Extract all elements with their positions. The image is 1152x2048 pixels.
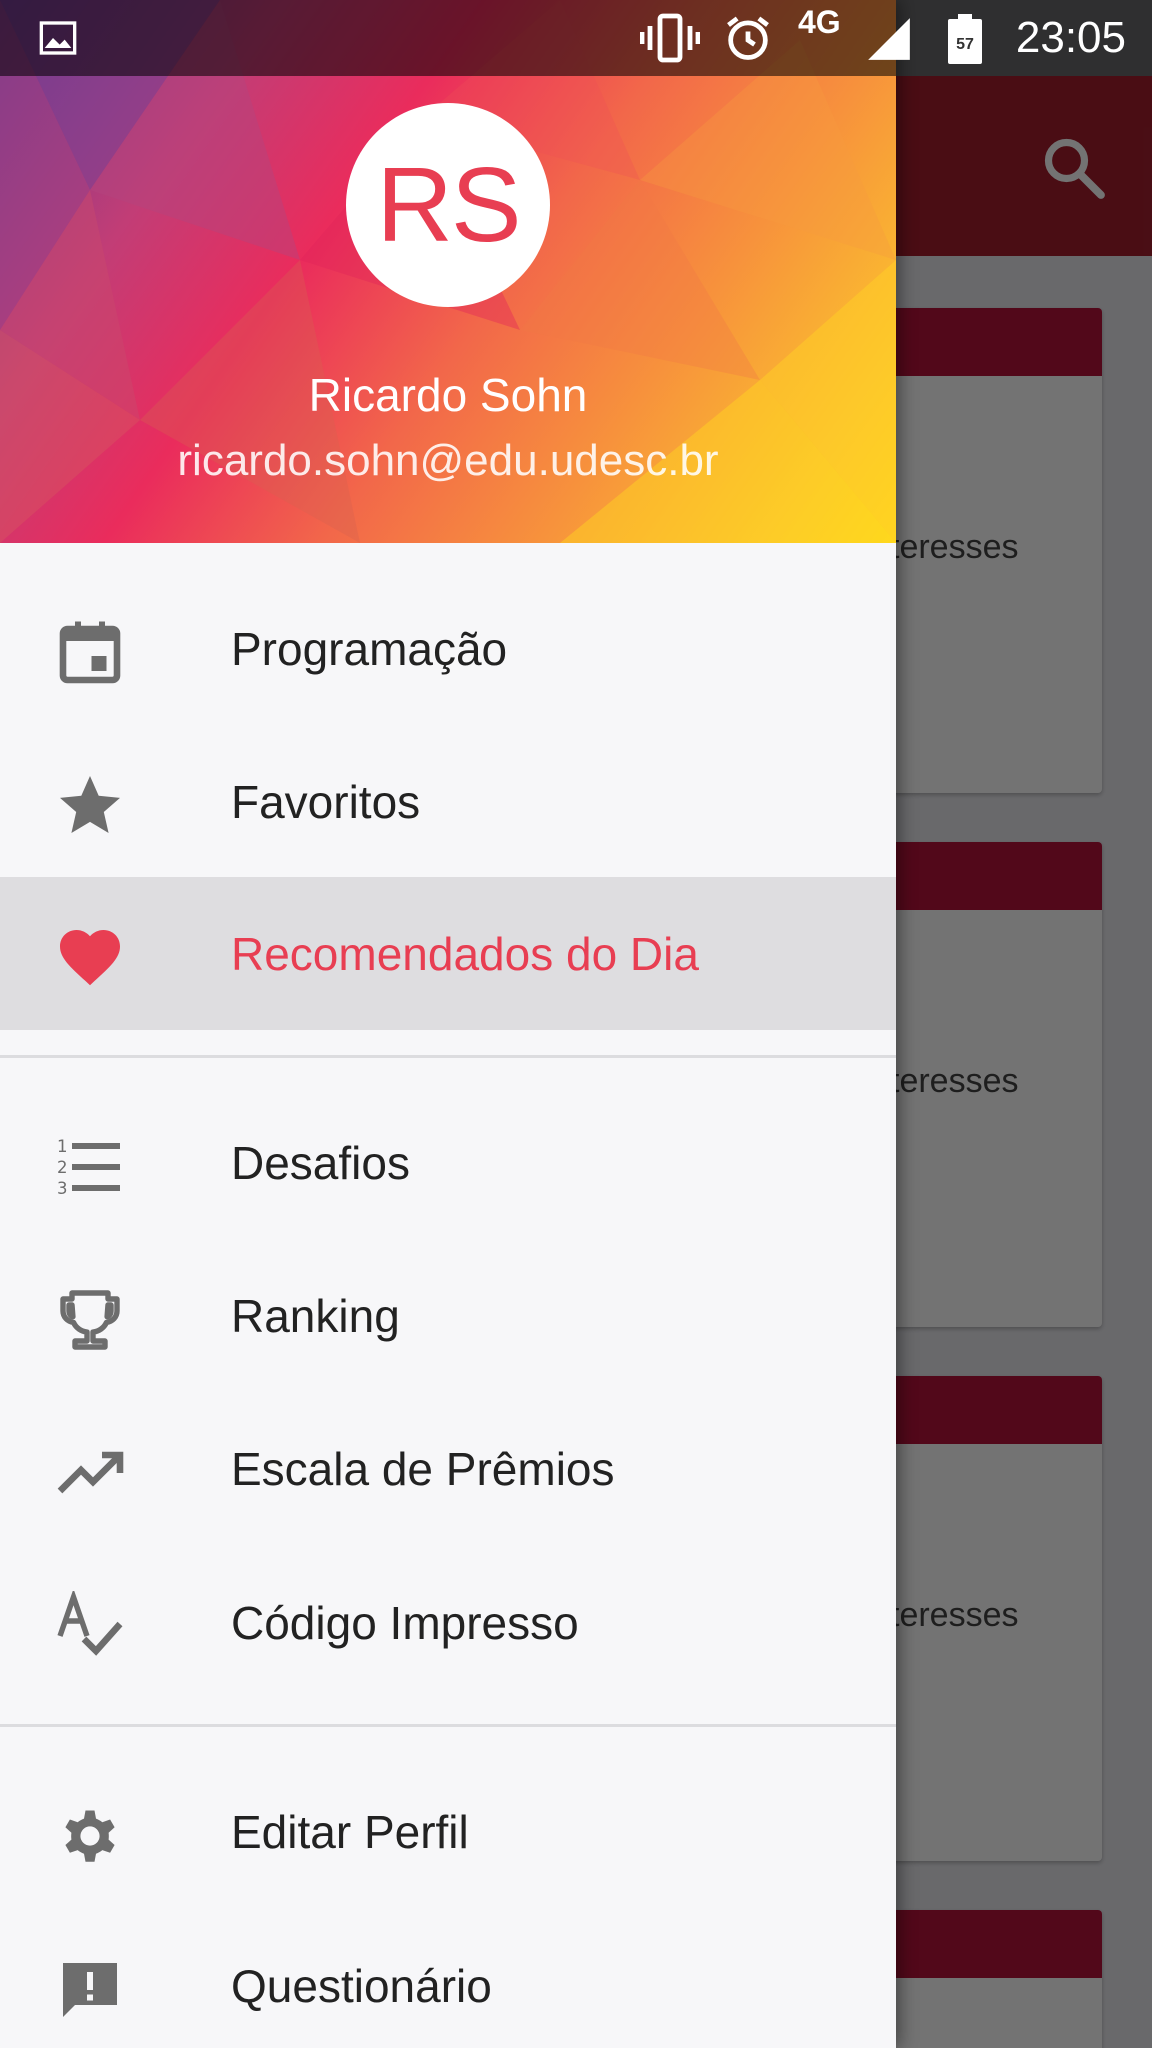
feedback-icon xyxy=(63,1963,117,2017)
menu-item-escala-de-premios[interactable]: Escala de Prêmios xyxy=(0,1393,896,1545)
user-name: Ricardo Sohn xyxy=(308,369,588,421)
signal-icon xyxy=(868,18,910,60)
avatar-initials: RS xyxy=(376,145,521,264)
menu-item-label: Recomendados do Dia xyxy=(231,927,699,980)
network-type-label: 4G xyxy=(798,3,841,40)
menu-item-ranking[interactable]: Ranking xyxy=(0,1240,896,1392)
menu-item-label: Editar Perfil xyxy=(231,1806,469,1858)
trophy-icon xyxy=(60,1290,120,1350)
star-icon xyxy=(60,776,120,833)
calendar-icon xyxy=(59,621,121,684)
battery-level: 57 xyxy=(956,36,974,53)
svg-text:1: 1 xyxy=(57,1137,68,1156)
spellcheck-icon xyxy=(57,1591,123,1656)
menu-item-label: Código Impresso xyxy=(231,1597,579,1649)
menu-item-favoritos[interactable]: Favoritos xyxy=(0,726,896,878)
menu-item-programacao[interactable]: Programação xyxy=(0,573,896,725)
clock: 23:05 xyxy=(1015,13,1126,62)
gear-icon xyxy=(65,1810,115,1862)
image-icon xyxy=(39,21,77,55)
menu-item-label: Questionário xyxy=(231,1960,492,2012)
menu-divider xyxy=(0,1055,896,1058)
battery-icon: 57 xyxy=(948,14,982,64)
menu-item-desafios[interactable]: 1 2 3 Desafios xyxy=(0,1087,896,1239)
menu-item-codigo-impresso[interactable]: Código Impresso xyxy=(0,1547,896,1699)
drawer-header: RS Ricardo Sohn ricardo.sohn@edu.udesc.b… xyxy=(0,0,896,543)
menu-item-label: Favoritos xyxy=(231,776,421,828)
menu-item-recomendados-do-dia[interactable]: Recomendados do Dia xyxy=(0,877,896,1030)
svg-text:3: 3 xyxy=(57,1179,68,1198)
numbered-list-icon: 1 2 3 xyxy=(57,1137,120,1198)
alarm-icon xyxy=(727,16,769,60)
menu-item-label: Desafios xyxy=(231,1137,410,1189)
screen: teresses teresses teresses xyxy=(0,0,1152,2048)
menu-item-questionario[interactable]: Questionário xyxy=(0,1910,896,2048)
navigation-drawer: RS Ricardo Sohn ricardo.sohn@edu.udesc.b… xyxy=(0,0,896,2048)
avatar[interactable]: RS xyxy=(346,103,550,307)
menu-item-label: Programação xyxy=(231,623,508,675)
svg-text:2: 2 xyxy=(57,1158,68,1177)
status-bar: 4G 57 23:05 xyxy=(0,0,1152,76)
user-email: ricardo.sohn@edu.udesc.br xyxy=(177,436,719,485)
heart-icon xyxy=(60,930,120,986)
trending-up-icon xyxy=(57,1451,124,1494)
vibrate-icon xyxy=(640,13,700,63)
menu-divider xyxy=(0,1724,896,1727)
menu-item-label: Ranking xyxy=(231,1290,400,1342)
menu-item-label: Escala de Prêmios xyxy=(231,1443,615,1495)
menu-item-editar-perfil[interactable]: Editar Perfil xyxy=(0,1756,896,1908)
